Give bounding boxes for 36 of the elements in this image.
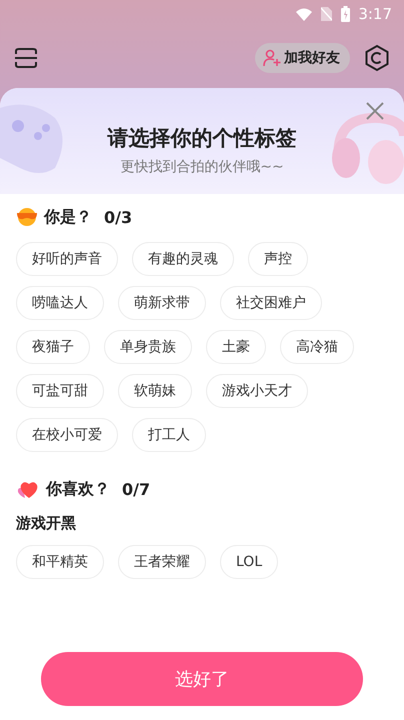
tag-chip[interactable]: 土豪 — [206, 330, 266, 364]
hexagon-icon[interactable] — [364, 44, 390, 72]
tag-chip[interactable]: LOL — [220, 545, 278, 579]
tag-chip[interactable]: 王者荣耀 — [118, 545, 206, 579]
tag-chip[interactable]: 好听的声音 — [16, 242, 118, 276]
tag-chip[interactable]: 声控 — [248, 242, 308, 276]
selection-count: 0/7 — [122, 480, 150, 498]
sunglasses-emoji-icon — [16, 207, 38, 227]
tag-chip[interactable]: 打工人 — [132, 418, 206, 452]
tag-chip[interactable]: 可盐可甜 — [16, 374, 104, 408]
hearts-icon — [16, 479, 40, 499]
section-title: 你是？ — [44, 206, 92, 228]
tag-chip[interactable]: 软萌妹 — [118, 374, 192, 408]
scan-icon[interactable] — [14, 47, 38, 69]
battery-icon — [341, 6, 350, 22]
tag-chip[interactable]: 有趣的灵魂 — [132, 242, 234, 276]
no-sim-icon — [321, 7, 332, 21]
section-title: 你喜欢？ — [46, 478, 110, 500]
selection-count: 0/3 — [104, 208, 132, 226]
tag-chip[interactable]: 夜猫子 — [16, 330, 90, 364]
tag-chip[interactable]: 游戏小天才 — [206, 374, 308, 408]
group-title: 游戏开黑 — [16, 514, 77, 533]
banner-title: 请选择你的个性标签 — [108, 125, 296, 152]
add-person-icon — [263, 49, 281, 67]
tag-chip[interactable]: 高冷猫 — [280, 330, 354, 364]
tag-chip[interactable]: 萌新求带 — [118, 286, 206, 320]
add-friend-button[interactable]: 加我好友 — [255, 43, 350, 73]
close-button[interactable] — [366, 102, 384, 120]
tag-chip[interactable]: 社交困难户 — [220, 286, 322, 320]
wifi-icon — [296, 8, 312, 20]
tag-chip[interactable]: 唠嗑达人 — [16, 286, 104, 320]
status-time: 3:17 — [358, 5, 392, 23]
tag-chip[interactable]: 和平精英 — [16, 545, 104, 579]
banner-subtitle: 更快找到合拍的伙伴哦~~ — [120, 158, 284, 176]
tag-chip[interactable]: 单身贵族 — [104, 330, 192, 364]
tag-chip[interactable]: 在校小可爱 — [16, 418, 118, 452]
